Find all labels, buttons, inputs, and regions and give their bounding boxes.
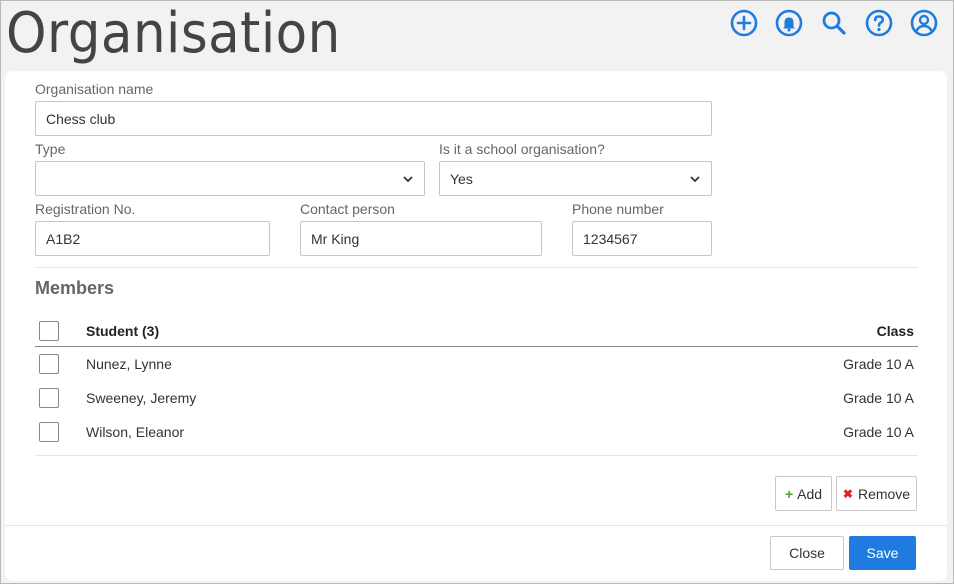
chevron-down-icon xyxy=(690,175,700,182)
plus-icon: + xyxy=(784,485,794,502)
members-title: Members xyxy=(35,278,115,298)
school-org-select-value: Yes xyxy=(450,170,473,187)
add-circle-icon[interactable] xyxy=(729,8,759,38)
header-toolbar xyxy=(729,8,939,38)
close-button[interactable]: Close xyxy=(770,536,844,570)
notification-bell-icon[interactable] xyxy=(774,8,804,38)
registration-label: Registration No. xyxy=(35,201,136,217)
row-checkbox[interactable] xyxy=(39,422,59,442)
table-row-student[interactable]: Wilson, Eleanor xyxy=(86,424,184,440)
registration-input[interactable] xyxy=(35,221,270,256)
table-row-student[interactable]: Nunez, Lynne xyxy=(86,356,172,372)
user-account-icon[interactable] xyxy=(909,8,939,38)
chevron-down-icon xyxy=(403,175,413,182)
school-org-select[interactable]: Yes xyxy=(439,161,712,196)
type-label: Type xyxy=(35,141,66,157)
section-divider xyxy=(35,267,918,268)
save-button[interactable]: Save xyxy=(849,536,916,570)
remove-button-label: Remove xyxy=(857,485,911,502)
page-title: Organisation xyxy=(6,1,341,66)
table-header-divider xyxy=(35,346,918,347)
school-org-label: Is it a school organisation? xyxy=(439,141,605,157)
phone-number-label: Phone number xyxy=(572,201,664,217)
type-select[interactable] xyxy=(35,161,425,196)
contact-person-label: Contact person xyxy=(300,201,395,217)
student-column-header[interactable]: Student (3) xyxy=(86,323,159,339)
footer-divider xyxy=(5,525,947,526)
row-checkbox[interactable] xyxy=(39,354,59,374)
phone-number-input[interactable] xyxy=(572,221,712,256)
add-button-label: Add xyxy=(797,485,823,502)
select-all-checkbox[interactable] xyxy=(39,321,59,341)
table-row-class: Grade 10 A xyxy=(843,390,914,406)
contact-person-input[interactable] xyxy=(300,221,542,256)
organisation-form-card: Organisation name Type Is it a school or… xyxy=(5,71,947,581)
class-column-header[interactable]: Class xyxy=(877,323,914,339)
row-checkbox[interactable] xyxy=(39,388,59,408)
remove-member-button[interactable]: ✖ Remove xyxy=(836,476,917,511)
table-bottom-divider xyxy=(35,455,918,456)
remove-x-icon: ✖ xyxy=(842,486,853,501)
table-row-student[interactable]: Sweeney, Jeremy xyxy=(86,390,196,406)
help-icon[interactable] xyxy=(864,8,894,38)
add-member-button[interactable]: + Add xyxy=(775,476,832,511)
table-row-class: Grade 10 A xyxy=(843,356,914,372)
search-icon[interactable] xyxy=(819,8,849,38)
org-name-label: Organisation name xyxy=(35,81,154,97)
org-name-input[interactable] xyxy=(35,101,712,136)
table-row-class: Grade 10 A xyxy=(843,424,914,440)
